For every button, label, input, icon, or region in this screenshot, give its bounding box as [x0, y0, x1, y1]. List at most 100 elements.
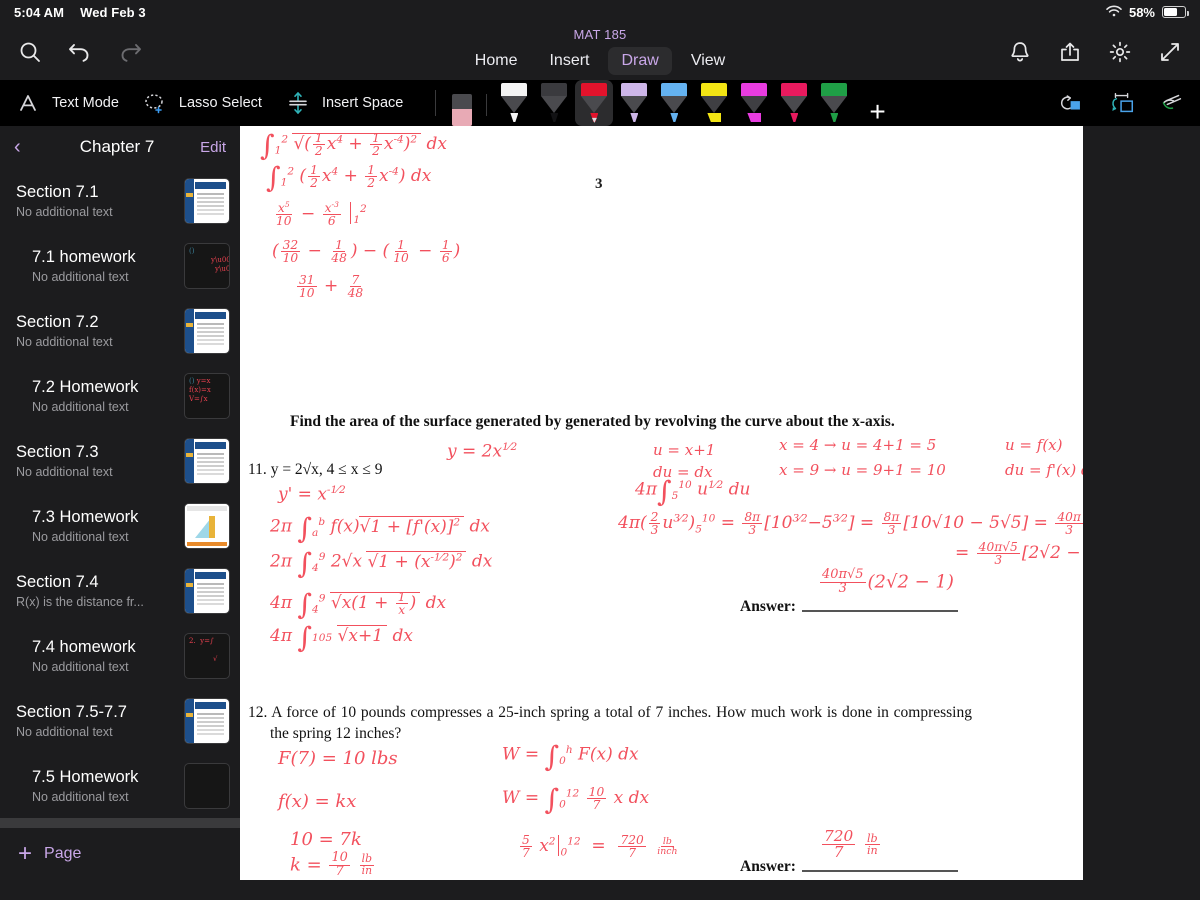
- sidebar-item-section-7-3[interactable]: Section 7.3 No additional text: [0, 428, 240, 493]
- search-icon[interactable]: [16, 38, 44, 66]
- edit-button[interactable]: Edit: [200, 139, 226, 156]
- palm-rejection-icon[interactable]: [1158, 89, 1186, 117]
- handwriting-p11-final-form: = 40π√5 3 [2√2 − 1]: [955, 540, 1104, 568]
- chevron-left-icon[interactable]: ‹: [14, 137, 34, 157]
- list-item-title: 7.2 Homework: [32, 377, 139, 396]
- handwriting-p12-work-sub: W = ∫012 10 7 x dx: [502, 783, 650, 817]
- lasso-select-button[interactable]: Lasso Select: [141, 89, 262, 117]
- document-canvas[interactable]: 3 ∫12 √(1 2 x4 + 1 2 x-4)2 dx ∫12 (1 2 x4 + 12…: [240, 126, 1200, 880]
- handwriting-p11-y-sub: y = 2x1⁄2: [447, 441, 518, 462]
- toolbar-right-tools: [1058, 89, 1186, 117]
- handwriting-p12-work-formula: W = ∫0h F(x) dx: [502, 739, 639, 773]
- ribbon-tabs: Home Insert Draw View: [462, 47, 738, 75]
- bell-icon[interactable]: [1006, 38, 1034, 66]
- handwriting-p12-hooke: f(x) = kx: [278, 791, 357, 812]
- answer-line[interactable]: [801, 610, 958, 612]
- tab-draw[interactable]: Draw: [608, 47, 672, 75]
- status-bar: 5:04 AM Wed Feb 3 58%: [0, 0, 1200, 24]
- tab-view[interactable]: View: [678, 47, 738, 75]
- list-item-title: Section 7.5-7.7: [16, 702, 127, 721]
- list-item-title: 7.1 homework: [32, 247, 136, 266]
- handwriting-p11-final-integral: 4π ∫105 √x+1 dx: [270, 621, 413, 655]
- list-item-title: Section 7.3: [16, 442, 99, 461]
- undo-icon[interactable]: [66, 38, 94, 66]
- handwriting-p11-derivative: y' = x-1⁄2: [278, 484, 346, 505]
- list-item-title: 7.3 Homework: [32, 507, 139, 526]
- letter-a-icon: [14, 89, 42, 117]
- sidebar-item-7-4-homework[interactable]: 7.4 homework No additional text 2. y=∫ √: [0, 623, 240, 688]
- pen-black[interactable]: [535, 80, 573, 126]
- pen-green[interactable]: [815, 80, 853, 126]
- status-right: 58%: [1106, 4, 1189, 20]
- highlighter-magenta[interactable]: [735, 80, 773, 126]
- problem-11-heading: Find the area of the surface generated b…: [276, 412, 1000, 433]
- answer-label: Answer:: [740, 598, 796, 615]
- handwriting-p12-result: 57 x2012 = 720 7 lb inch: [520, 833, 678, 861]
- list-item-title: Section 7.4: [16, 572, 99, 591]
- pen-blue[interactable]: [655, 80, 693, 126]
- problem-11-number: 11.: [248, 461, 267, 478]
- handwriting-p11-simplified: 4π ∫49 √x(1 + 1 x) dx: [270, 588, 447, 622]
- pen-lavender[interactable]: [615, 80, 653, 126]
- add-page-button[interactable]: + Page: [0, 828, 240, 880]
- pen-red[interactable]: ▾: [575, 80, 614, 126]
- sidebar-item-7-5-homework[interactable]: 7.5 Homework No additional text: [0, 753, 240, 818]
- list-item-subtitle: No additional text: [32, 269, 129, 284]
- chevron-down-icon[interactable]: ▾: [592, 116, 597, 126]
- answer-field-12[interactable]: Answer:: [740, 858, 958, 876]
- sidebar-item-7-2-homework[interactable]: 7.2 Homework No additional text () y=x f(x…: [0, 363, 240, 428]
- handwriting-p11-u-sub: u = x+1: [653, 441, 716, 459]
- sidebar-item-7-1-homework[interactable]: 7.1 homework No additional text ()y\u00B2…: [0, 233, 240, 298]
- insert-space-button[interactable]: Insert Space: [284, 89, 403, 117]
- transform-tool-icon[interactable]: [1108, 89, 1136, 117]
- list-item-subtitle: No additional text: [32, 529, 129, 544]
- draw-toolbar: Text Mode Lasso Select Insert Space ▾ +: [0, 80, 1200, 126]
- toolbar-divider: [435, 90, 437, 116]
- sidebar-item-section-7-1[interactable]: Section 7.1 No additional text: [0, 168, 240, 233]
- sidebar-item-7-3-homework[interactable]: 7.3 Homework No additional text: [0, 493, 240, 558]
- sidebar-item-section-7-2[interactable]: Section 7.2 No additional text: [0, 298, 240, 363]
- answer-field-11[interactable]: Answer:: [740, 598, 958, 616]
- highlighter-yellow[interactable]: [695, 80, 733, 126]
- sidebar-title: Chapter 7: [79, 137, 155, 156]
- nav-bar: MAT 185 Home Insert Draw View: [0, 24, 1200, 80]
- problem-11-statement: 11. y = 2√x, 4 ≤ x ≤ 9: [248, 461, 382, 479]
- notebook-page[interactable]: 3 ∫12 √(1 2 x4 + 1 2 x-4)2 dx ∫12 (1 2 x4 + 12…: [240, 126, 1199, 880]
- pen-palette: ▾ +: [446, 80, 886, 126]
- handwriting-p11-formula: 2π ∫ab f(x)√1 + [f'(x)]2 dx: [270, 511, 490, 545]
- redo-icon: [116, 38, 144, 66]
- eraser-tool[interactable]: [446, 80, 478, 126]
- pen-divider: [486, 94, 488, 116]
- handwriting-p12-k: k = 10 7 lb in: [290, 850, 375, 879]
- page-thumbnail: [184, 762, 230, 809]
- tab-home[interactable]: Home: [462, 47, 531, 75]
- sidebar-item-section-7-5-7-7[interactable]: Section 7.5-7.7 No additional text: [0, 688, 240, 753]
- answer-label: Answer:: [740, 858, 796, 875]
- handwriting-p11-u-def: u = f(x): [1005, 436, 1063, 454]
- battery-percent: 58%: [1128, 4, 1155, 20]
- sidebar-item-section-7-4[interactable]: Section 7.4 R(x) is the distance fr...: [0, 558, 240, 623]
- pen-white[interactable]: [495, 80, 533, 126]
- text-mode-button[interactable]: Text Mode: [14, 89, 119, 117]
- list-item-subtitle: R(x) is the distance fr...: [16, 594, 144, 609]
- share-icon[interactable]: [1056, 38, 1084, 66]
- list-item-subtitle: No additional text: [16, 724, 113, 739]
- expand-icon[interactable]: [1156, 38, 1184, 66]
- tab-insert[interactable]: Insert: [536, 47, 602, 75]
- list-item-title: 7.5 Homework: [32, 767, 139, 786]
- list-item-subtitle: No additional text: [16, 464, 113, 479]
- insert-space-label: Insert Space: [321, 95, 404, 111]
- gear-icon[interactable]: [1106, 38, 1134, 66]
- pen-pink[interactable]: [775, 80, 813, 126]
- page-thumbnail: [184, 567, 230, 614]
- main-area: ‹ Chapter 7 Edit Section 7.1 No additiona…: [0, 126, 1200, 880]
- sidebar-list: Section 7.1 No additional text 7.1 homewo…: [0, 168, 240, 880]
- page-sidebar: ‹ Chapter 7 Edit Section 7.1 No additiona…: [0, 126, 240, 880]
- problem-11-equation: y = 2√x, 4 ≤ x ≤ 9: [270, 461, 383, 478]
- add-pen-button[interactable]: +: [869, 98, 885, 126]
- answer-line[interactable]: [801, 870, 958, 872]
- shape-tool-icon[interactable]: [1058, 89, 1086, 117]
- list-item-title: Section 7.1: [16, 182, 99, 201]
- page-number: 3: [595, 176, 603, 192]
- page-thumbnail: ()y\u00B2y\u00B2: [184, 242, 230, 289]
